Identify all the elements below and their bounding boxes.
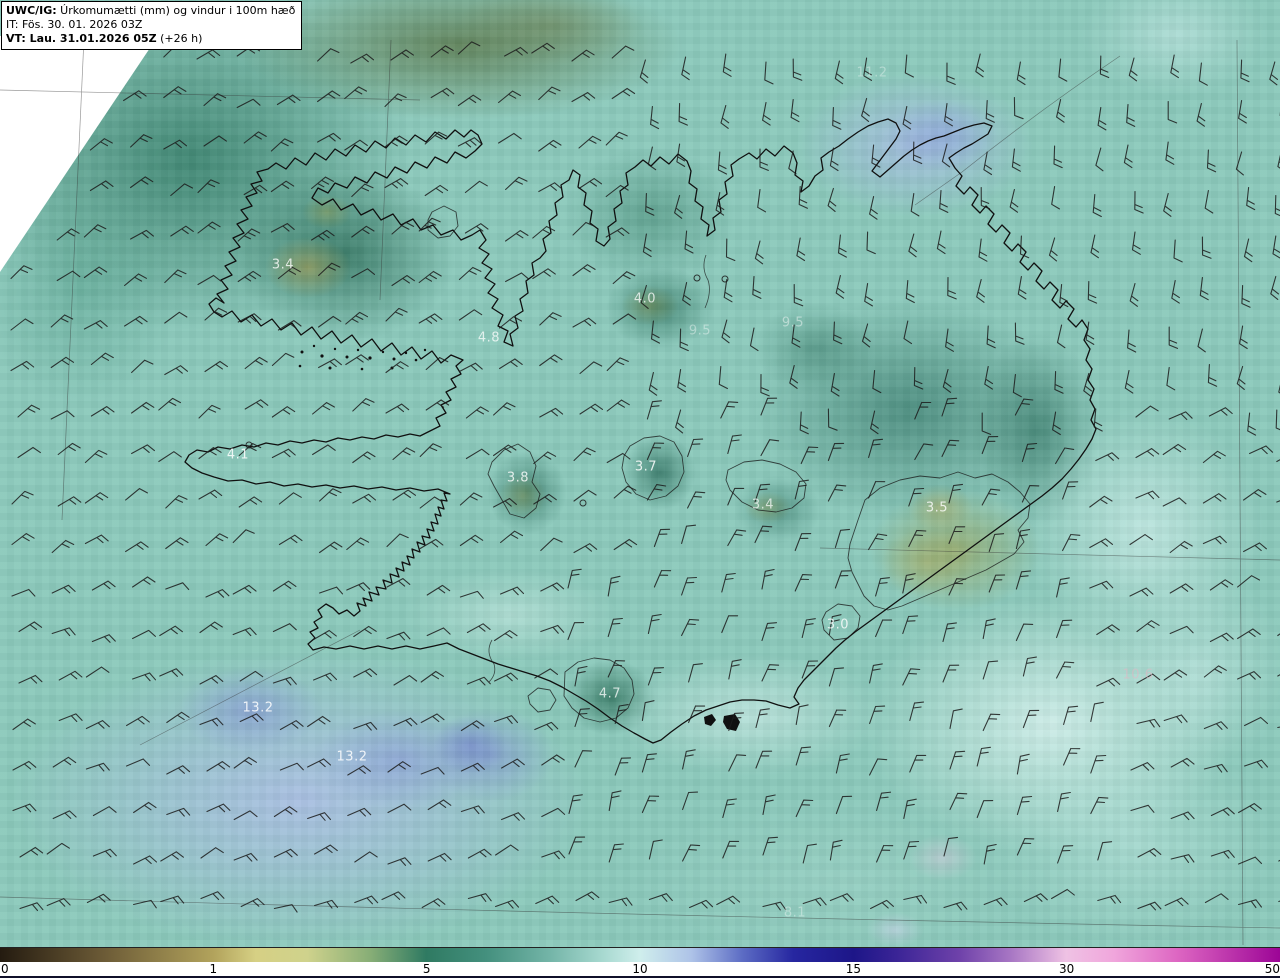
colorbar-tick-label: 0 xyxy=(1,962,9,976)
calm-circles xyxy=(245,274,729,507)
valid-time: VT: Lau. 31.01.2026 05Z xyxy=(6,32,157,45)
weather-map-page: 3.4 4.0 4.8 9.5 9.5 4.1 3.8 3.7 3.4 3.5 3.0 4.7 13.2… xyxy=(0,0,1280,978)
lead-time: (+26 h) xyxy=(156,32,203,45)
title-line-model: UWC/IG: Úrkomumætti (mm) og vindur i 100… xyxy=(6,4,295,18)
wind-barbs xyxy=(10,41,1280,913)
title-line-valid-time: VT: Lau. 31.01.2026 05Z (+26 h) xyxy=(6,32,295,46)
rivers xyxy=(488,254,710,683)
title-line-init-time: IT: Fös. 30. 01. 2026 03Z xyxy=(6,18,143,31)
model-id: UWC/IG: xyxy=(6,4,57,17)
colorbar-tick-labels: 0 1 5 10 15 30 50 xyxy=(0,962,1280,976)
title-box: UWC/IG: Úrkomumætti (mm) og vindur i 100… xyxy=(1,1,303,50)
glacier-contours xyxy=(427,205,1031,723)
colorbar-tick-label: 15 xyxy=(845,962,861,976)
colorbar-tick-label: 1 xyxy=(209,962,218,976)
colorbar-tick-label: 10 xyxy=(632,962,648,976)
graticule-lines xyxy=(0,37,1280,946)
iceland-coastline xyxy=(184,118,1097,744)
colorbar-tick-label: 5 xyxy=(422,962,431,976)
colorbar-tick-label: 50 xyxy=(1264,962,1280,976)
colorbar-tick-label: 30 xyxy=(1059,962,1075,976)
model-subtitle: Úrkomumætti (mm) og vindur i 100m hæð xyxy=(56,4,296,17)
map-overlay xyxy=(0,36,1280,946)
colorbar-gradient xyxy=(0,948,1280,962)
precip-colorbar: 0 1 5 10 15 30 50 xyxy=(0,947,1280,978)
